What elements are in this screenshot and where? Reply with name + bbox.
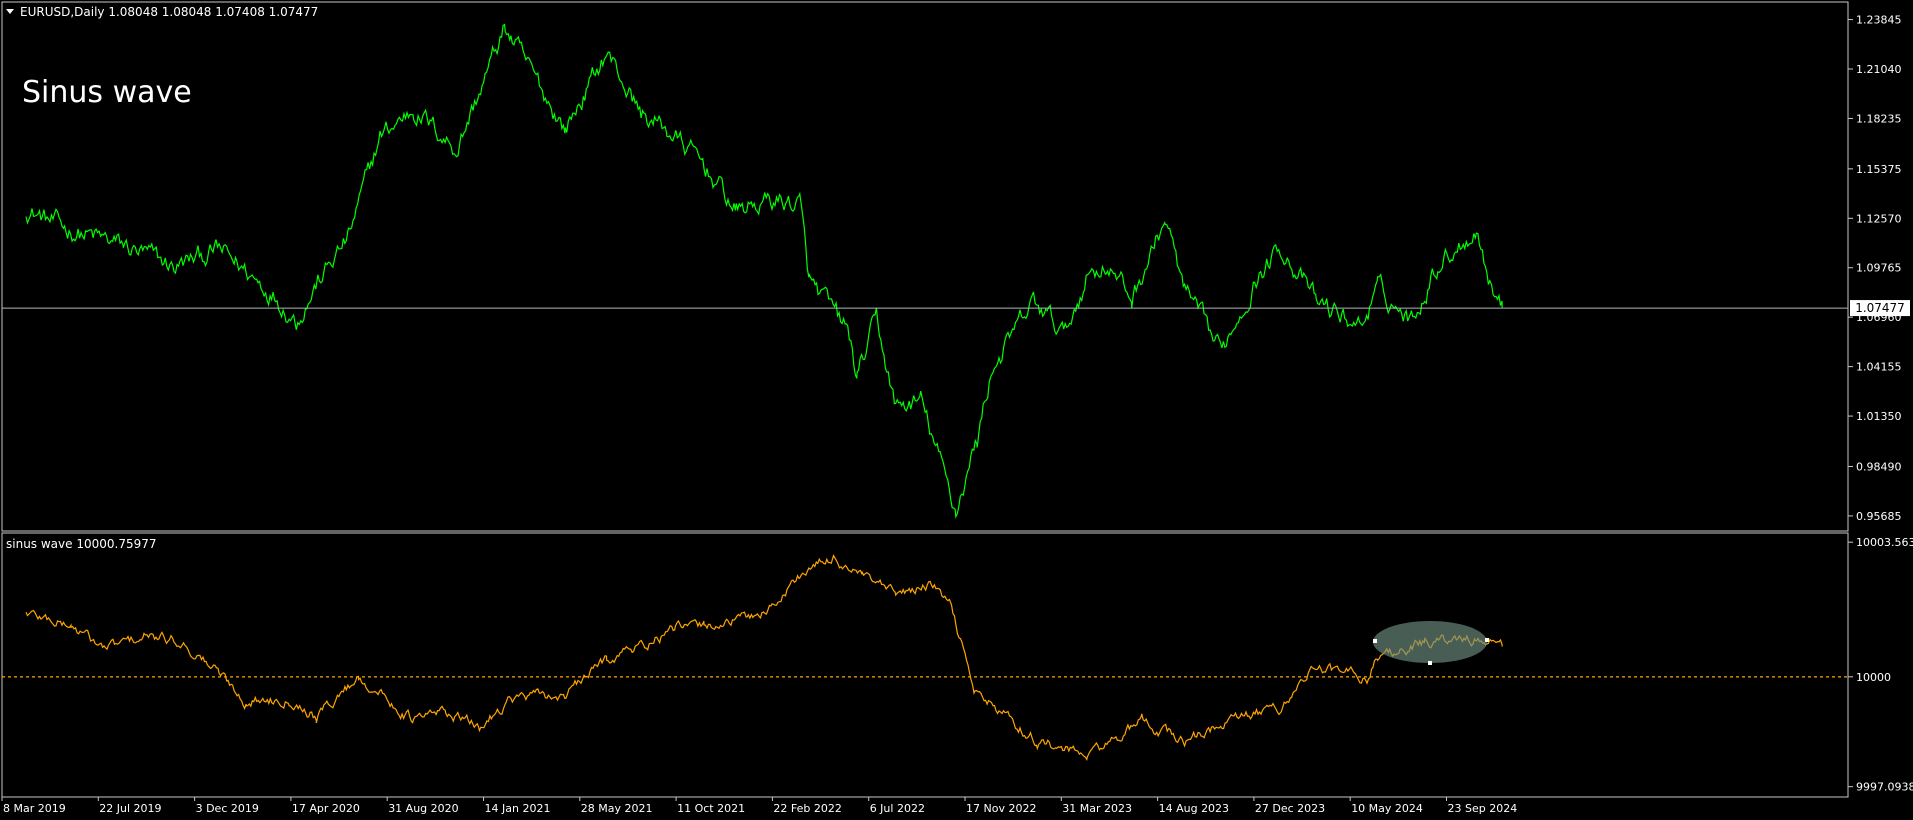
time-tick-label: 22 Jul 2019 (99, 802, 161, 815)
indicator-tick-label: 9997.0938 (1856, 781, 1913, 794)
time-tick-label: 17 Apr 2020 (292, 802, 360, 815)
indicator-tick-label: 10003.563 (1856, 536, 1913, 549)
time-tick-label: 23 Sep 2024 (1448, 802, 1518, 815)
indicator-panel-header: sinus wave 10000.75977 (6, 537, 157, 551)
current-price-tag-label: 1.07477 (1855, 301, 1905, 315)
chart-annotation-text[interactable]: Sinus wave (22, 75, 192, 110)
time-tick-label: 28 May 2021 (581, 802, 653, 815)
price-tick-label: 1.01350 (1856, 410, 1902, 423)
time-tick-label: 10 May 2024 (1351, 802, 1423, 815)
price-tick-label: 1.18235 (1856, 112, 1902, 125)
time-tick-label: 27 Dec 2023 (1255, 802, 1325, 815)
time-tick-label: 8 Mar 2019 (3, 802, 66, 815)
price-tick-label: 0.95685 (1856, 510, 1902, 523)
ellipse-handle-right[interactable] (1485, 638, 1489, 642)
price-tick-label: 0.98490 (1856, 460, 1902, 473)
time-tick-label: 31 Aug 2020 (388, 802, 458, 815)
price-tick-label: 1.21040 (1856, 63, 1902, 76)
price-tick-label: 1.04155 (1856, 361, 1902, 374)
indicator-tick-label: 10000 (1856, 671, 1891, 684)
time-tick-label: 17 Nov 2022 (966, 802, 1036, 815)
price-tick-label: 1.12570 (1856, 212, 1902, 225)
price-panel-header: EURUSD,Daily 1.08048 1.08048 1.07408 1.0… (20, 5, 318, 19)
price-tick-label: 1.09765 (1856, 262, 1902, 275)
time-tick-label: 31 Mar 2023 (1062, 802, 1132, 815)
time-tick-label: 11 Oct 2021 (677, 802, 745, 815)
time-tick-label: 6 Jul 2022 (870, 802, 925, 815)
ellipse-handle-left[interactable] (1373, 639, 1377, 643)
time-tick-label: 22 Feb 2022 (773, 802, 841, 815)
chart-background (0, 0, 1913, 820)
price-tick-label: 1.15375 (1856, 163, 1902, 176)
time-tick-label: 14 Aug 2023 (1159, 802, 1229, 815)
highlight-ellipse-shape (1373, 621, 1487, 663)
trading-chart[interactable]: EURUSD,Daily 1.08048 1.08048 1.07408 1.0… (0, 0, 1913, 820)
price-tick-label: 1.23845 (1856, 14, 1902, 27)
time-tick-label: 14 Jan 2021 (485, 802, 551, 815)
ellipse-handle-bottom[interactable] (1428, 661, 1432, 665)
time-tick-label: 3 Dec 2019 (196, 802, 259, 815)
